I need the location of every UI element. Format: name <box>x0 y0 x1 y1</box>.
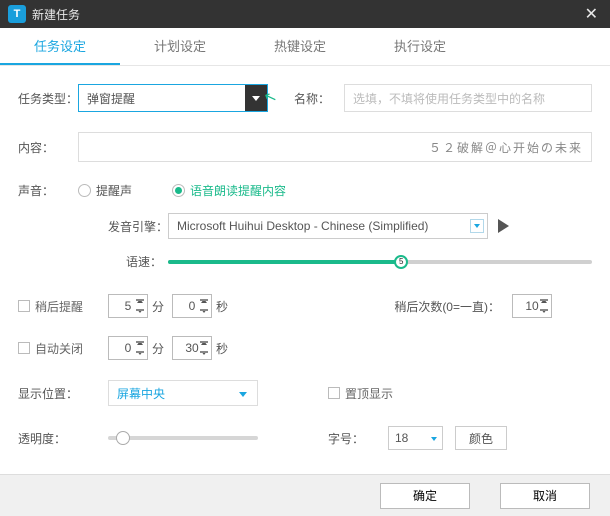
stepper-down-icon[interactable] <box>135 348 145 358</box>
unit-min: 分 <box>152 298 164 315</box>
speed-slider[interactable]: 5 <box>168 260 592 264</box>
later-count-spinner[interactable]: 10 <box>512 294 552 318</box>
radio-tts[interactable]: 语音朗读提醒内容 <box>172 182 286 199</box>
checkbox-on-top[interactable]: 置顶显示 <box>328 385 393 402</box>
tab-task-settings[interactable]: 任务设定 <box>0 28 120 65</box>
radio-beep[interactable]: 提醒声 <box>78 182 132 199</box>
stepper-down-icon[interactable] <box>199 348 209 358</box>
opacity-label: 透明度： <box>18 430 78 447</box>
speed-slider-thumb[interactable]: 5 <box>394 255 408 269</box>
tab-hotkey-settings[interactable]: 热键设定 <box>240 28 360 65</box>
tts-engine-label: 发音引擎： <box>108 218 168 235</box>
unit-sec: 秒 <box>216 298 228 315</box>
name-input[interactable]: 选填，不填将使用任务类型中的名称 <box>344 84 592 112</box>
stepper-down-icon[interactable] <box>539 306 549 316</box>
radio-tts-label: 语音朗读提醒内容 <box>190 182 286 199</box>
later-count-label: 稍后次数(0=一直)： <box>394 298 500 315</box>
chevron-down-icon[interactable] <box>245 85 267 111</box>
play-icon[interactable] <box>498 219 509 233</box>
name-label: 名称： <box>294 90 334 107</box>
position-value: 屏幕中央 <box>117 385 165 402</box>
task-type-combo[interactable]: 弹窗提醒 <box>78 84 268 112</box>
tts-engine-value: Microsoft Huihui Desktop - Chinese (Simp… <box>177 219 428 233</box>
font-size-combo[interactable]: 18 <box>388 426 443 450</box>
checkbox-remind-later[interactable]: 稍后提醒 <box>18 298 108 315</box>
stepper-up-icon[interactable] <box>199 338 209 348</box>
sound-label: 声音： <box>18 182 78 199</box>
checkbox-icon <box>18 342 30 354</box>
radio-icon <box>78 184 91 197</box>
dialog-footer: 确定 取消 <box>0 474 610 516</box>
position-combo[interactable]: 屏幕中央 <box>108 380 258 406</box>
window-title: 新建任务 <box>32 6 581 23</box>
opacity-slider-thumb[interactable] <box>116 431 130 445</box>
speed-slider-fill <box>168 260 401 264</box>
stepper-down-icon[interactable] <box>199 306 209 316</box>
later-minutes-spinner[interactable]: 5 <box>108 294 148 318</box>
task-type-label: 任务类型： <box>18 90 78 107</box>
stepper-up-icon[interactable] <box>199 296 209 306</box>
font-size-value: 18 <box>395 431 408 445</box>
checkbox-icon <box>18 300 30 312</box>
chevron-down-icon[interactable] <box>470 219 484 233</box>
ok-button[interactable]: 确定 <box>380 483 470 509</box>
stepper-down-icon[interactable] <box>135 306 145 316</box>
checkbox-auto-close[interactable]: 自动关闭 <box>18 340 108 357</box>
title-bar: T 新建任务 ✕ <box>0 0 610 28</box>
content-value: ５２破解＠心开始の未来 <box>429 139 583 156</box>
tab-bar: 任务设定 计划设定 热键设定 执行设定 <box>0 28 610 66</box>
tab-exec-settings[interactable]: 执行设定 <box>360 28 480 65</box>
cancel-button[interactable]: 取消 <box>500 483 590 509</box>
unit-sec: 秒 <box>216 340 228 357</box>
checkbox-icon <box>328 387 340 399</box>
stepper-up-icon[interactable] <box>135 296 145 306</box>
form-content: 任务类型： 弹窗提醒 名称： 选填，不填将使用任务类型中的名称 内容： ５２破解… <box>0 66 610 474</box>
stepper-up-icon[interactable] <box>539 296 549 306</box>
stepper-up-icon[interactable] <box>135 338 145 348</box>
later-seconds-spinner[interactable]: 0 <box>172 294 212 318</box>
radio-beep-label: 提醒声 <box>96 182 132 199</box>
name-placeholder: 选填，不填将使用任务类型中的名称 <box>353 90 545 107</box>
tts-engine-combo[interactable]: Microsoft Huihui Desktop - Chinese (Simp… <box>168 213 488 239</box>
font-size-label: 字号： <box>328 430 368 447</box>
radio-checked-icon <box>172 184 185 197</box>
tab-plan-settings[interactable]: 计划设定 <box>120 28 240 65</box>
task-type-value: 弹窗提醒 <box>87 90 135 107</box>
content-label: 内容： <box>18 139 78 156</box>
unit-min: 分 <box>152 340 164 357</box>
color-button[interactable]: 颜色 <box>455 426 507 450</box>
opacity-slider[interactable] <box>108 436 258 440</box>
close-seconds-spinner[interactable]: 30 <box>172 336 212 360</box>
close-icon[interactable]: ✕ <box>581 4 602 24</box>
position-label: 显示位置： <box>18 385 78 402</box>
app-logo-icon: T <box>8 5 26 23</box>
speed-label: 语速： <box>108 253 168 270</box>
close-minutes-spinner[interactable]: 0 <box>108 336 148 360</box>
content-input[interactable]: ５２破解＠心开始の未来 <box>78 132 592 162</box>
